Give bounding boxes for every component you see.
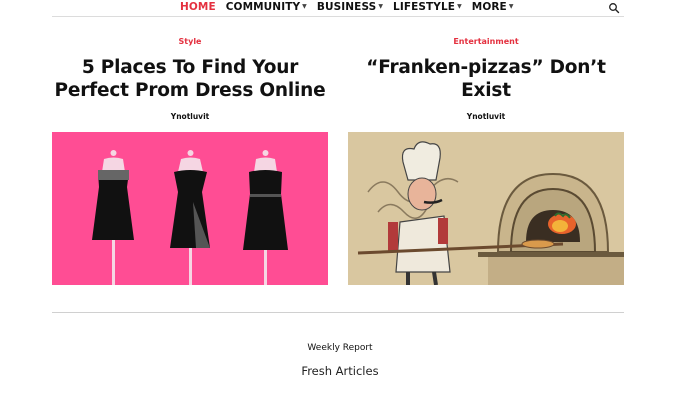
article-card: Style 5 Places To Find Your Perfect Prom… [52,36,328,285]
chevron-down-icon: ▼ [508,3,514,10]
article-card: Entertainment “Franken-pizzas” Don’t Exi… [348,36,624,285]
article-thumbnail-dresses[interactable] [52,132,328,285]
article-category-link[interactable]: Style [52,36,328,48]
chevron-down-icon: ▼ [378,3,384,10]
chevron-down-icon: ▼ [302,3,307,10]
nav-item-business[interactable]: BUSINESS ▼ [317,1,383,13]
article-title-link[interactable]: “Franken-pizzas” Don’t Exist [348,56,624,102]
nav-item-lifestyle[interactable]: LIFESTYLE ▼ [393,1,462,13]
dresses-illustration [52,132,328,285]
nav-item-label: HOME [180,1,216,13]
nav-item-label: BUSINESS [316,1,377,13]
nav-item-home[interactable]: HOME [180,1,216,13]
search-icon[interactable] [608,2,620,14]
article-title-link[interactable]: 5 Places To Find Your Perfect Prom Dress… [52,56,328,102]
nav-item-label: LIFESTYLE [393,1,456,13]
nav-item-label: MORE [471,1,507,13]
pizza-chef-illustration [348,132,624,285]
chevron-down-icon: ▼ [457,3,462,10]
nav-item-community[interactable]: COMMUNITY ▼ [226,1,307,13]
nav-item-label: COMMUNITY [225,1,301,13]
article-thumbnail-pizza-chef[interactable] [348,132,624,285]
article-author-link[interactable]: Ynotluvit [52,112,328,121]
weekly-report-label: Weekly Report [307,343,373,353]
article-category-link[interactable]: Entertainment [348,36,624,48]
nav-menu: HOME COMMUNITY ▼ BUSINESS ▼ LIFESTYLE ▼ MOR… [180,1,524,13]
nav-item-more[interactable]: MORE ▼ [472,1,514,13]
fresh-articles-heading: Fresh Articles [301,364,379,378]
top-navigation: HOME COMMUNITY ▼ BUSINESS ▼ LIFESTYLE ▼ MOR… [52,0,624,17]
section-divider [52,312,624,313]
article-author-link[interactable]: Ynotluvit [348,112,624,121]
